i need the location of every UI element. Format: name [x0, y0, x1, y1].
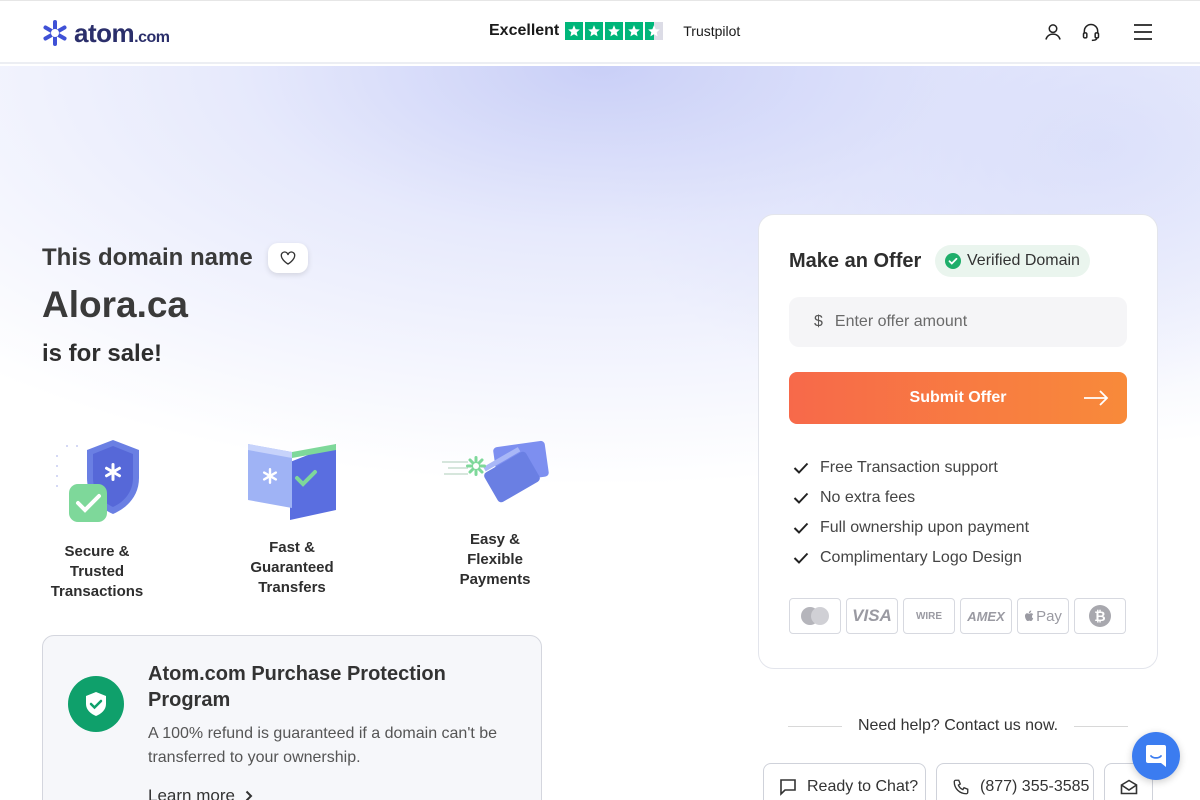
star-icon	[585, 22, 604, 40]
chat-button[interactable]: Ready to Chat?	[763, 763, 926, 800]
wire-transfer-icon: WIRE	[903, 598, 955, 634]
visa-icon: VISA	[846, 598, 898, 634]
star-icon	[605, 22, 624, 40]
payment-methods: VISA WIRE AMEX Pay ₿	[789, 598, 1126, 634]
make-offer-card: Make an Offer Verified Domain $ Submit O…	[758, 214, 1158, 669]
check-icon	[793, 552, 809, 564]
benefit-item: Full ownership upon payment	[793, 513, 1029, 543]
currency-symbol: $	[814, 313, 823, 330]
apple-pay-icon: Pay	[1017, 598, 1069, 634]
rating-stars	[565, 22, 664, 40]
offer-amount-input[interactable]	[834, 313, 1095, 331]
help-divider: Need help? Contact us now.	[788, 714, 1129, 738]
half-star-icon	[645, 22, 664, 40]
atom-logo-icon	[43, 20, 67, 46]
feature-fast-label: Fast & Guaranteed Transfers	[250, 539, 334, 596]
headset-icon[interactable]	[1080, 21, 1102, 43]
feature-secure-label: Secure & Trusted Transactions	[50, 543, 144, 600]
shield-check-icon	[56, 440, 139, 522]
favorite-button[interactable]	[267, 243, 308, 273]
feature-fast: Fast & Guaranteed Transfers	[237, 434, 347, 598]
trustpilot-rating[interactable]: Excellent Trustpilot	[489, 20, 740, 42]
mastercard-icon	[789, 598, 841, 634]
benefit-item: No extra fees	[793, 483, 1029, 513]
site-header: atom.com Excellent Trustpilot	[0, 0, 1200, 64]
submit-offer-button[interactable]: Submit Offer	[789, 372, 1127, 424]
check-icon	[793, 462, 809, 474]
transfer-icon	[248, 444, 336, 520]
check-icon	[793, 492, 809, 504]
feature-payments-label: Easy & Flexible Payments	[459, 531, 531, 588]
star-icon	[625, 22, 644, 40]
offer-benefits-list: Free Transaction support No extra fees F…	[793, 453, 1029, 573]
offer-title: Make an Offer	[789, 250, 922, 272]
chat-button-label: Ready to Chat?	[807, 778, 919, 795]
arrow-right-icon	[1084, 390, 1109, 406]
svg-text:₿: ₿	[1094, 608, 1105, 624]
phone-number: (877) 355-3585	[980, 778, 1090, 795]
heart-icon	[280, 251, 296, 265]
domain-name: Alora.ca	[42, 284, 189, 325]
intro-line: This domain name	[42, 243, 308, 273]
cards-icon	[442, 440, 549, 503]
user-icon[interactable]	[1042, 21, 1064, 43]
menu-icon[interactable]	[1132, 21, 1154, 43]
learn-more-label: Learn more	[148, 786, 235, 800]
logo-wordmark: atom.com	[74, 17, 170, 48]
atom-logo[interactable]: atom.com	[40, 17, 170, 49]
chat-launcher-icon	[1146, 745, 1166, 767]
header-actions	[1042, 21, 1154, 43]
chevron-right-icon	[245, 790, 253, 800]
help-heading: Need help? Contact us now.	[857, 717, 1059, 734]
protection-description: A 100% refund is guaranteed if a domain …	[148, 725, 498, 766]
benefit-item: Complimentary Logo Design	[793, 543, 1029, 573]
verified-check-icon	[945, 253, 961, 269]
star-icon	[565, 22, 584, 40]
protection-title: Atom.com Purchase Protection Program	[148, 663, 446, 711]
trustpilot-label: Trustpilot	[683, 23, 741, 39]
feature-secure: Secure & Trusted Transactions	[42, 436, 152, 602]
shield-check-badge-icon	[68, 676, 124, 732]
rating-text: Excellent	[489, 22, 560, 39]
amex-icon: AMEX	[960, 598, 1012, 634]
phone-button[interactable]: (877) 355-3585	[936, 763, 1094, 800]
live-chat-launcher[interactable]	[1132, 732, 1180, 780]
intro-text: This domain name	[42, 244, 253, 271]
benefit-item: Free Transaction support	[793, 453, 1029, 483]
phone-icon	[953, 779, 969, 795]
purchase-protection-box: Atom.com Purchase Protection Program A 1…	[42, 635, 542, 800]
submit-offer-label: Submit Offer	[909, 389, 1007, 406]
for-sale-text: is for sale!	[42, 340, 163, 367]
verified-label: Verified Domain	[967, 252, 1080, 269]
chat-bubble-icon	[780, 779, 796, 796]
feature-payments: Easy & Flexible Payments	[440, 436, 550, 590]
bitcoin-icon: ₿	[1074, 598, 1126, 634]
verified-domain-badge: Verified Domain	[935, 245, 1090, 277]
learn-more-link[interactable]: Learn more	[148, 786, 253, 800]
check-icon	[793, 522, 809, 534]
mail-icon	[1120, 779, 1138, 795]
offer-amount-field[interactable]: $	[789, 297, 1127, 347]
